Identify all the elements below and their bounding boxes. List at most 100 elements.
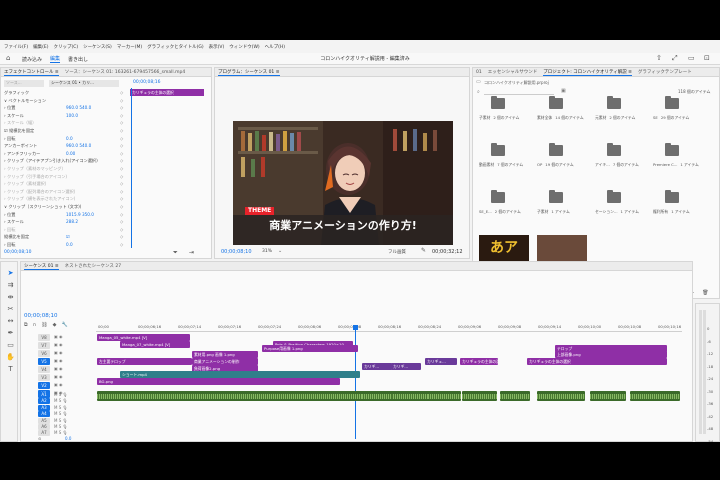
hand-tool-icon[interactable]: ✋ <box>6 353 15 362</box>
ec-property-row[interactable]: › アンチフリッカー 0.00 ◇ <box>4 151 123 158</box>
type-tool-icon[interactable]: T <box>6 365 15 374</box>
tab-edit[interactable]: 編集 <box>50 55 61 63</box>
timeline-playhead-head[interactable] <box>353 325 358 330</box>
tab-graphic-templates[interactable]: グラフィックテンプレート <box>638 69 692 75</box>
audio-clip[interactable] <box>428 391 461 401</box>
keyframe-toggle-icon[interactable]: ◇ <box>120 219 123 224</box>
mute-solo-icon[interactable]: M S 🎙 <box>54 424 68 429</box>
timeline-timecode[interactable]: 00;00;08;10 <box>24 313 58 319</box>
ec-property-value[interactable]: 100.0 <box>66 113 78 118</box>
video-track-header[interactable]: V5 <box>38 358 50 365</box>
audio-clip[interactable] <box>362 391 392 401</box>
project-bin-item[interactable]: 権利所有 1 アイテム <box>653 190 691 215</box>
audio-track-header[interactable]: A2 <box>38 398 50 405</box>
keyframe-toggle-icon[interactable]: ◇ <box>120 151 123 156</box>
ec-property-row[interactable]: ∨ ベクトルモーション ◇ <box>4 98 123 105</box>
tab-project[interactable]: プロジェクト: コロンハイクオリティ解説 ≡ <box>543 69 632 76</box>
tab-source[interactable]: ソース：シーケンス 01: 163261-679457566_small.mp4 <box>65 69 186 75</box>
tab-essential-sound[interactable]: エッセンシャルサウンド <box>488 69 538 75</box>
ec-property-value[interactable]: 0.0 <box>66 136 73 141</box>
project-bin-item[interactable]: 子素材 2 個のアイテム <box>479 96 519 121</box>
wrench-icon[interactable]: ✎ <box>421 247 426 254</box>
video-track-header[interactable]: V2 <box>38 382 50 389</box>
project-bin-item[interactable]: 子素材 1 アイテム <box>537 190 575 215</box>
tab-effect-controls[interactable]: エフェクトコントロール ≡ <box>4 69 59 76</box>
source-chip[interactable]: ソース... <box>4 80 44 87</box>
keyframe-toggle-icon[interactable]: ◇ <box>120 90 123 95</box>
ec-property-value[interactable]: ☑ <box>66 234 70 239</box>
razor-tool-icon[interactable]: ✂ <box>6 305 15 314</box>
keyframe-toggle-icon[interactable]: ◇ <box>120 242 123 247</box>
share-icon[interactable]: ⇧ <box>656 54 662 62</box>
ripple-edit-tool-icon[interactable]: ⇹ <box>6 293 15 302</box>
selection-tool-icon[interactable]: ➤ <box>6 269 15 278</box>
keyframe-toggle-icon[interactable]: ◇ <box>120 212 123 217</box>
ec-property-row[interactable]: ☑ 縦横比を固定 ◇ <box>4 128 123 135</box>
video-clip[interactable]: ショート.mp4 <box>120 371 360 378</box>
timeline-playhead[interactable] <box>355 325 356 439</box>
zoom-chevron-icon[interactable]: ⌄ <box>278 248 282 254</box>
video-track-header[interactable]: V3 <box>38 374 50 381</box>
ec-property-value[interactable]: 0.00 <box>66 151 75 156</box>
project-bin-item[interactable]: 素材全体 14 個のアイテム <box>537 96 584 121</box>
menu-help[interactable]: ヘルプ(H) <box>265 44 285 50</box>
video-clip[interactable]: カリギ... <box>362 363 392 370</box>
mute-solo-icon[interactable]: M S 🎙 <box>54 411 68 416</box>
menu-sequence[interactable]: シーケンス(S) <box>83 44 112 50</box>
video-track-header[interactable]: V4 <box>38 366 50 373</box>
project-bin-item[interactable]: 動画素材 7 個のアイテム <box>479 143 523 168</box>
ec-property-row[interactable]: › クリップ（アイテアプン引き入れ(アイコン選択) ◇ <box>4 158 123 165</box>
mute-solo-icon[interactable]: M S 🎙 <box>54 405 68 410</box>
snap-icon[interactable]: ∩ <box>33 322 37 328</box>
audio-track-header[interactable]: A3 <box>38 404 50 411</box>
ec-property-row[interactable]: グラフィック ◇ <box>4 90 123 97</box>
audio-clip[interactable] <box>590 391 626 401</box>
menu-marker[interactable]: マーカー(M) <box>117 44 142 50</box>
ec-footer-timecode[interactable]: 00;00;08;10 <box>4 250 31 255</box>
ec-property-row[interactable]: › 位置 960.0 540.0 ◇ <box>4 105 123 112</box>
track-visibility-icon[interactable]: ▣ ◉ <box>54 374 63 379</box>
project-bin-item[interactable]: Premiere C... 1 アイテム <box>653 143 699 168</box>
ec-property-row[interactable]: › クリップ（配列場合のアイコン選択) ◇ <box>4 189 123 196</box>
video-clip[interactable]: 素材用.png 画像 1.png <box>192 351 258 358</box>
keyframe-toggle-icon[interactable]: ◇ <box>120 234 123 239</box>
keyframe-toggle-icon[interactable]: ◇ <box>120 204 123 209</box>
ec-property-row[interactable]: › スケール 100.0 ◇ <box>4 113 123 120</box>
audio-clip[interactable] <box>462 391 497 401</box>
ec-property-value[interactable]: 960.0 540.0 <box>66 143 91 148</box>
ec-property-row[interactable]: › クリップ（素材のマッピング） ◇ <box>4 166 123 173</box>
export-frame-icon[interactable]: ⇥ <box>189 249 194 256</box>
track-visibility-icon[interactable]: ▣ ◉ <box>54 366 63 371</box>
audio-clip[interactable] <box>537 391 585 401</box>
keyframe-toggle-icon[interactable]: ◇ <box>120 158 123 163</box>
project-bin-item[interactable]: SE 29 個のアイテム <box>653 96 691 121</box>
tab-import[interactable]: 読み込み <box>22 56 42 63</box>
audio-clip[interactable] <box>630 391 680 401</box>
project-bin-item[interactable]: セーション... 1 アイテム <box>595 190 639 215</box>
keyframe-toggle-icon[interactable]: ◇ <box>120 174 123 179</box>
rectangle-tool-icon[interactable]: ▭ <box>6 341 15 350</box>
trash-icon[interactable]: 🗑 <box>702 290 708 296</box>
mute-solo-icon[interactable]: M S 🎙 <box>54 418 68 423</box>
video-clip[interactable]: 上部画像.png <box>555 351 667 358</box>
timeline-settings-icon[interactable]: 🔧 <box>61 322 67 328</box>
ec-timecode[interactable]: 00;00;08;16 <box>133 80 160 85</box>
video-clip[interactable]: Manga_07_white.mp4 [V] <box>120 341 190 348</box>
track-visibility-icon[interactable]: ▣ ◉ <box>54 350 63 355</box>
track-visibility-icon[interactable]: ▣ ◉ <box>54 342 63 347</box>
video-track-header[interactable]: V6 <box>38 350 50 357</box>
mute-solo-icon[interactable]: M S 🎙 <box>54 398 68 403</box>
track-visibility-icon[interactable]: ▣ ◉ <box>54 382 63 387</box>
progress-icon[interactable]: ▭ <box>688 54 695 62</box>
video-clip[interactable]: カリギュラの主体の選択 <box>527 358 667 365</box>
menu-window[interactable]: ウィンドウ(W) <box>229 44 259 50</box>
project-bin-item[interactable]: 元素材 2 個のアイテム <box>595 96 635 121</box>
keyframe-toggle-icon[interactable]: ◇ <box>120 166 123 171</box>
keyframe-toggle-icon[interactable]: ◇ <box>120 136 123 141</box>
menu-clip[interactable]: クリップ(C) <box>53 44 78 50</box>
track-visibility-icon[interactable]: ▣ ◉ <box>54 358 63 363</box>
home-icon[interactable]: ⌂ <box>6 54 10 62</box>
keyframe-toggle-icon[interactable]: ◇ <box>120 227 123 232</box>
ec-property-row[interactable]: › 回転 0.0 ◇ <box>4 242 123 249</box>
keyframe-toggle-icon[interactable]: ◇ <box>120 181 123 186</box>
